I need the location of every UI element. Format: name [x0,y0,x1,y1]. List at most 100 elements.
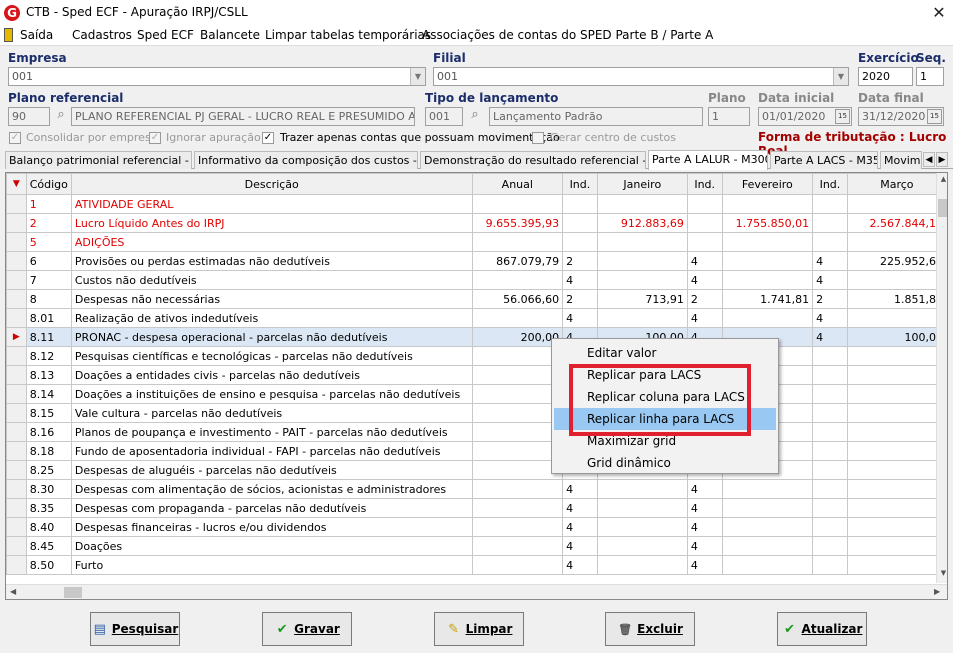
table-cell[interactable] [471,346,564,366]
menu-limpar-tabelas[interactable]: Limpar tabelas temporárias [265,28,431,42]
table-cell[interactable] [471,232,564,252]
table-cell[interactable]: 4 [686,536,723,556]
table-cell[interactable]: Pesquisas científicas e tecnológicas - p… [70,346,473,366]
tab-l210[interactable]: Informativo da composição dos custos - L… [194,151,418,169]
scroll-down-icon[interactable]: ▼ [938,569,947,579]
table-cell[interactable]: 4 [562,270,598,290]
table-cell[interactable] [812,441,848,461]
table-cell[interactable]: 1.741,81 [721,289,814,309]
horizontal-scrollbar[interactable]: ◀ ▶ [6,584,947,599]
table-row[interactable]: 8.16 Planos de poupança e investimento - … [6,422,947,442]
table-cell[interactable] [721,517,814,537]
table-cell[interactable] [846,308,947,328]
trazer-checkbox[interactable]: ✓ [262,132,274,144]
table-cell[interactable] [471,194,564,214]
table-cell[interactable]: 1 [25,194,72,214]
table-cell[interactable]: Despesas não necessárias [70,289,473,309]
table-row[interactable]: 7 Custos não dedutíveis 4 4 4 [6,270,947,290]
table-cell[interactable]: 200,00 [471,327,564,347]
tab-l300[interactable]: Demonstração do resultado referencial - … [420,151,646,169]
table-cell[interactable]: 867.079,79 [471,251,564,271]
table-cell[interactable]: 8.40 [25,517,72,537]
search-icon[interactable]: ⌕ [53,107,69,126]
menu-editar-valor[interactable]: Editar valor [554,342,776,364]
column-header[interactable]: Ind. [686,173,723,195]
column-header[interactable]: Ind. [812,173,848,195]
table-cell[interactable]: Despesas de aluguéis - parcelas não dedu… [70,460,473,480]
table-cell[interactable] [846,441,947,461]
table-cell[interactable] [846,422,947,442]
table-row[interactable]: 8.35 Despesas com propaganda - parcelas n… [6,498,947,518]
table-cell[interactable] [471,536,564,556]
table-cell[interactable] [596,232,688,252]
table-cell[interactable]: 4 [562,555,598,575]
table-row[interactable]: 8.50 Furto 4 4 [6,555,947,575]
tab-movimento[interactable]: Movime [880,151,922,169]
table-cell[interactable] [471,517,564,537]
table-cell[interactable] [471,308,564,328]
table-cell[interactable]: 9.655.395,93 [471,213,564,233]
exercicio-input[interactable]: 2020 [858,67,913,86]
vertical-scrollbar[interactable]: ▲ ▼ [936,173,947,583]
table-cell[interactable]: 4 [686,308,723,328]
table-cell[interactable]: Doações [70,536,473,556]
table-cell[interactable] [562,213,598,233]
column-header[interactable]: Anual [471,173,564,195]
table-row[interactable]: 1 ATIVIDADE GERAL [6,194,947,214]
table-cell[interactable] [596,498,688,518]
column-header[interactable]: Janeiro [596,173,688,195]
table-cell[interactable] [812,365,848,385]
table-cell[interactable]: Doações a entidades civis - parcelas não… [70,365,473,385]
table-cell[interactable]: Fundo de aposentadoria individual - FAPI… [70,441,473,461]
table-cell[interactable] [721,270,814,290]
table-cell[interactable] [471,365,564,385]
table-cell[interactable] [471,270,564,290]
table-cell[interactable] [596,251,688,271]
table-cell[interactable] [471,479,564,499]
table-cell[interactable]: 8.14 [25,384,72,404]
table-cell[interactable] [721,479,814,499]
column-header[interactable]: Fevereiro [721,173,814,195]
table-cell[interactable]: Provisões ou perdas estimadas não dedutí… [70,251,473,271]
table-cell[interactable]: 100,00 [846,327,947,347]
table-cell[interactable]: 8.18 [25,441,72,461]
ignorar-checkbox[interactable]: ✓ [149,132,161,144]
table-cell[interactable] [812,384,848,404]
table-cell[interactable] [846,555,947,575]
table-cell[interactable]: 2 [25,213,72,233]
table-cell[interactable] [846,365,947,385]
menu-associacoes[interactable]: Associações de contas do SPED Parte B / … [422,28,713,42]
table-cell[interactable] [562,194,598,214]
data-grid[interactable]: ▼ Código Descrição Anual Ind. Janeiro Ind. Feve… [5,172,948,600]
table-cell[interactable]: 8.45 [25,536,72,556]
table-cell[interactable]: 5 [25,232,72,252]
chevron-down-icon[interactable]: ▼ [410,68,425,85]
table-cell[interactable]: 8.25 [25,460,72,480]
table-cell[interactable]: 4 [562,517,598,537]
calendar-icon[interactable]: 15 [927,109,942,124]
scroll-up-icon[interactable]: ▲ [938,175,947,185]
table-row[interactable]: 8.25 Despesas de aluguéis - parcelas não … [6,460,947,480]
menu-balancete[interactable]: Balancete [200,28,260,42]
table-cell[interactable]: 2 [812,289,848,309]
table-cell[interactable]: 4 [812,308,848,328]
table-row[interactable]: 8.13 Doações a entidades civis - parcelas… [6,365,947,385]
table-cell[interactable] [812,232,848,252]
table-cell[interactable] [721,536,814,556]
limpar-button[interactable]: ✎ Limpar [434,612,524,646]
column-header[interactable]: Código [25,173,72,195]
calendar-icon[interactable]: 15 [835,109,850,124]
table-cell[interactable]: 4 [686,251,723,271]
tab-scroll-right-icon[interactable]: ▶ [936,152,948,167]
table-cell[interactable]: 1.851,81 [846,289,947,309]
table-cell[interactable] [812,555,848,575]
close-button[interactable]: ✕ [926,2,952,24]
table-cell[interactable] [846,270,947,290]
table-cell[interactable] [846,384,947,404]
table-cell[interactable]: 2.567.844,15 [846,213,947,233]
table-cell[interactable] [596,555,688,575]
column-header[interactable]: Ind. [562,173,598,195]
table-cell[interactable] [721,498,814,518]
table-cell[interactable]: 4 [562,498,598,518]
table-cell[interactable]: ATIVIDADE GERAL [70,194,473,214]
